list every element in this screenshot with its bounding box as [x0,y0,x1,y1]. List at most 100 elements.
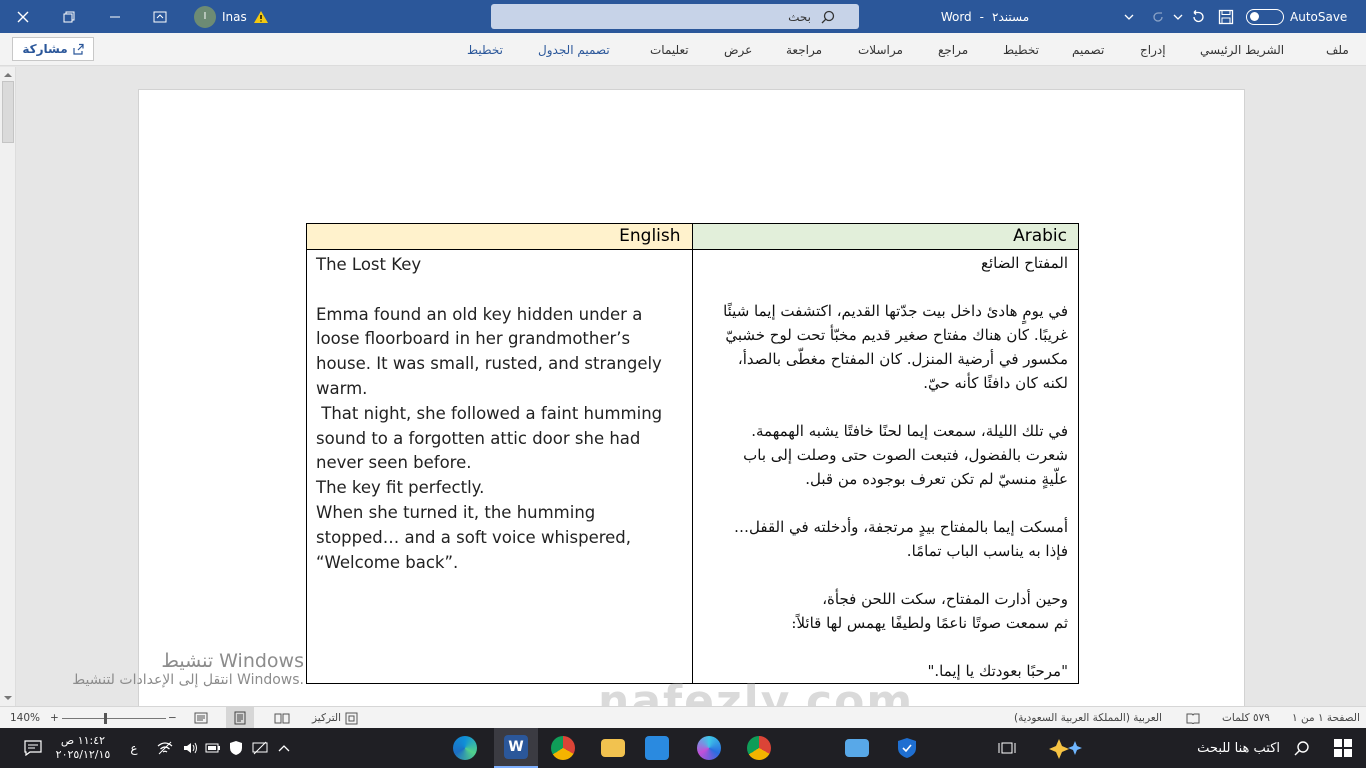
print-layout-button[interactable] [226,707,254,729]
taskbar-app-chrome-profile[interactable] [546,728,580,768]
focus-button[interactable]: التركيز [312,707,358,729]
page-indicator[interactable]: الصفحة ١ من ١ [1292,707,1360,729]
security-button[interactable] [226,728,246,768]
print-layout-icon [234,711,246,725]
input-language[interactable]: ع [126,728,142,768]
arabic-cell[interactable]: المفتاح الضائع في يومٍ هادئ داخل بيت جدّ… [691,249,1080,684]
taskbar: ١١:٤٢ ص ٢٠٢٥/١٢/١٥ ع W اكتب هنا للبحث [0,728,1366,768]
read-mode-button[interactable] [274,707,290,729]
tab-table-design[interactable]: تصميم الجدول [538,33,610,66]
repeat-button[interactable] [1146,0,1170,33]
scroll-down-icon[interactable] [0,692,16,704]
tab-design[interactable]: تصميم [1072,33,1104,66]
minimize-icon [110,16,120,17]
undo-icon [1193,9,1204,22]
header-english[interactable]: English [306,223,693,250]
proofing-button[interactable] [1186,707,1200,729]
task-view-icon [998,742,1016,754]
speaker-icon [184,742,197,754]
close-icon [17,11,29,22]
save-button[interactable] [1214,0,1238,33]
wifi-off-icon [157,741,173,755]
search-placeholder: بحث [788,9,811,24]
zoom-level[interactable]: 140% [10,707,40,729]
tab-view[interactable]: عرض [724,33,752,66]
display-button[interactable] [250,728,270,768]
share-button[interactable]: مشاركة [12,37,94,61]
edge-icon [453,736,477,760]
battery-button[interactable] [204,728,222,768]
doc-name: مستند٢ [992,9,1030,24]
focus-icon [345,712,358,724]
clock[interactable]: ١١:٤٢ ص ٢٠٢٥/١٢/١٥ [56,728,111,768]
arabic-paragraph-3a: أمسكت إيما بالمفتاح بيدٍ مرتجفة، وأدخلته… [734,518,1068,536]
ribbon-display-icon [153,11,167,22]
tab-file[interactable]: ملف [1326,33,1349,66]
separator-dash: - [979,9,985,24]
zoom-in-button[interactable]: + [50,707,59,729]
account-area[interactable]: I Inas [194,0,284,33]
vertical-scrollbar[interactable] [0,67,16,706]
tab-insert[interactable]: إدراج [1140,33,1166,66]
task-view-button[interactable] [992,728,1022,768]
arabic-paragraph-2b: شعرت بالفضول، فتبعت الصوت حتى وصلت إلى ب… [743,446,1068,488]
english-paragraph-4: When she turned it, the humming stopped…… [316,502,632,572]
notifications-button[interactable] [18,728,48,768]
word-count[interactable]: ٥٧٩ كلمات [1222,707,1270,729]
english-cell[interactable]: The Lost Key Emma found an old key hidde… [306,249,693,684]
tab-table-layout[interactable]: تخطيط [467,33,503,66]
folder-icon [601,739,625,757]
undo-button[interactable] [1186,0,1210,33]
taskbar-app-defender[interactable] [890,728,924,768]
chrome-profile-icon [551,736,575,760]
language-indicator[interactable]: العربية (المملكة العربية السعودية) [1014,707,1162,729]
minimize-button[interactable] [92,0,138,33]
status-bar: 140% + − التركيز العربية (المملكة العربي… [0,706,1366,729]
taskbar-app-pc-manager[interactable] [840,728,874,768]
network-button[interactable] [154,728,176,768]
taskbar-app-word[interactable]: W [494,728,538,768]
ribbon-display-button[interactable] [140,0,180,33]
start-button[interactable] [1320,728,1366,768]
taskbar-app-store[interactable] [640,728,674,768]
translation-table[interactable]: English Arabic The Lost Key Emma found a… [306,223,1080,684]
windows-activation-watermark: تنشيط Windows انتقل إلى الإعدادات لتنشيط… [60,650,304,688]
tab-layout[interactable]: تخطيط [1003,33,1039,66]
scroll-up-icon[interactable] [0,69,16,81]
scroll-thumb[interactable] [2,81,14,143]
customize-qat-button[interactable] [1120,0,1138,33]
sparkles-icon [1049,739,1082,759]
taskbar-app-edge[interactable] [448,728,482,768]
header-arabic[interactable]: Arabic [691,223,1080,250]
tab-help[interactable]: تعليمات [650,33,689,66]
zoom-slider-thumb[interactable] [104,712,107,724]
tab-references[interactable]: مراجع [938,33,968,66]
warning-icon [253,10,268,23]
toggle-switch[interactable] [1246,8,1284,25]
taskbar-app-copilot[interactable] [692,728,726,768]
taskbar-app-explorer[interactable] [596,728,630,768]
search-box[interactable]: بحث [491,4,859,29]
tab-mailings[interactable]: مراسلات [858,33,903,66]
restore-button[interactable] [46,0,92,33]
search-highlight[interactable] [1034,728,1100,768]
store-icon [645,736,669,760]
zoom-out-button[interactable]: − [168,707,177,729]
tab-home[interactable]: الشريط الرئيسي [1200,33,1284,66]
volume-button[interactable] [180,728,202,768]
close-button[interactable] [0,0,46,33]
web-layout-button[interactable] [194,707,208,729]
search-icon [1294,741,1309,756]
chrome-icon [747,736,771,760]
taskbar-app-chrome[interactable] [742,728,776,768]
tab-review[interactable]: مراجعة [786,33,822,66]
arabic-paragraph-4b: ثم سمعت صوتًا ناعمًا ولطيفًا يهمس لها قا… [791,614,1068,632]
undo-dropdown-button[interactable] [1170,0,1186,33]
taskbar-search[interactable]: اكتب هنا للبحث [1110,728,1318,768]
autosave-toggle[interactable]: AutoSave [1246,0,1358,33]
restore-icon [63,11,75,22]
chevron-down-icon [1124,14,1134,20]
show-hidden-icons-button[interactable] [274,728,294,768]
zoom-slider[interactable] [62,707,166,729]
arabic-paragraph-3b: فإذا به يناسب الباب تمامًا. [906,542,1068,560]
